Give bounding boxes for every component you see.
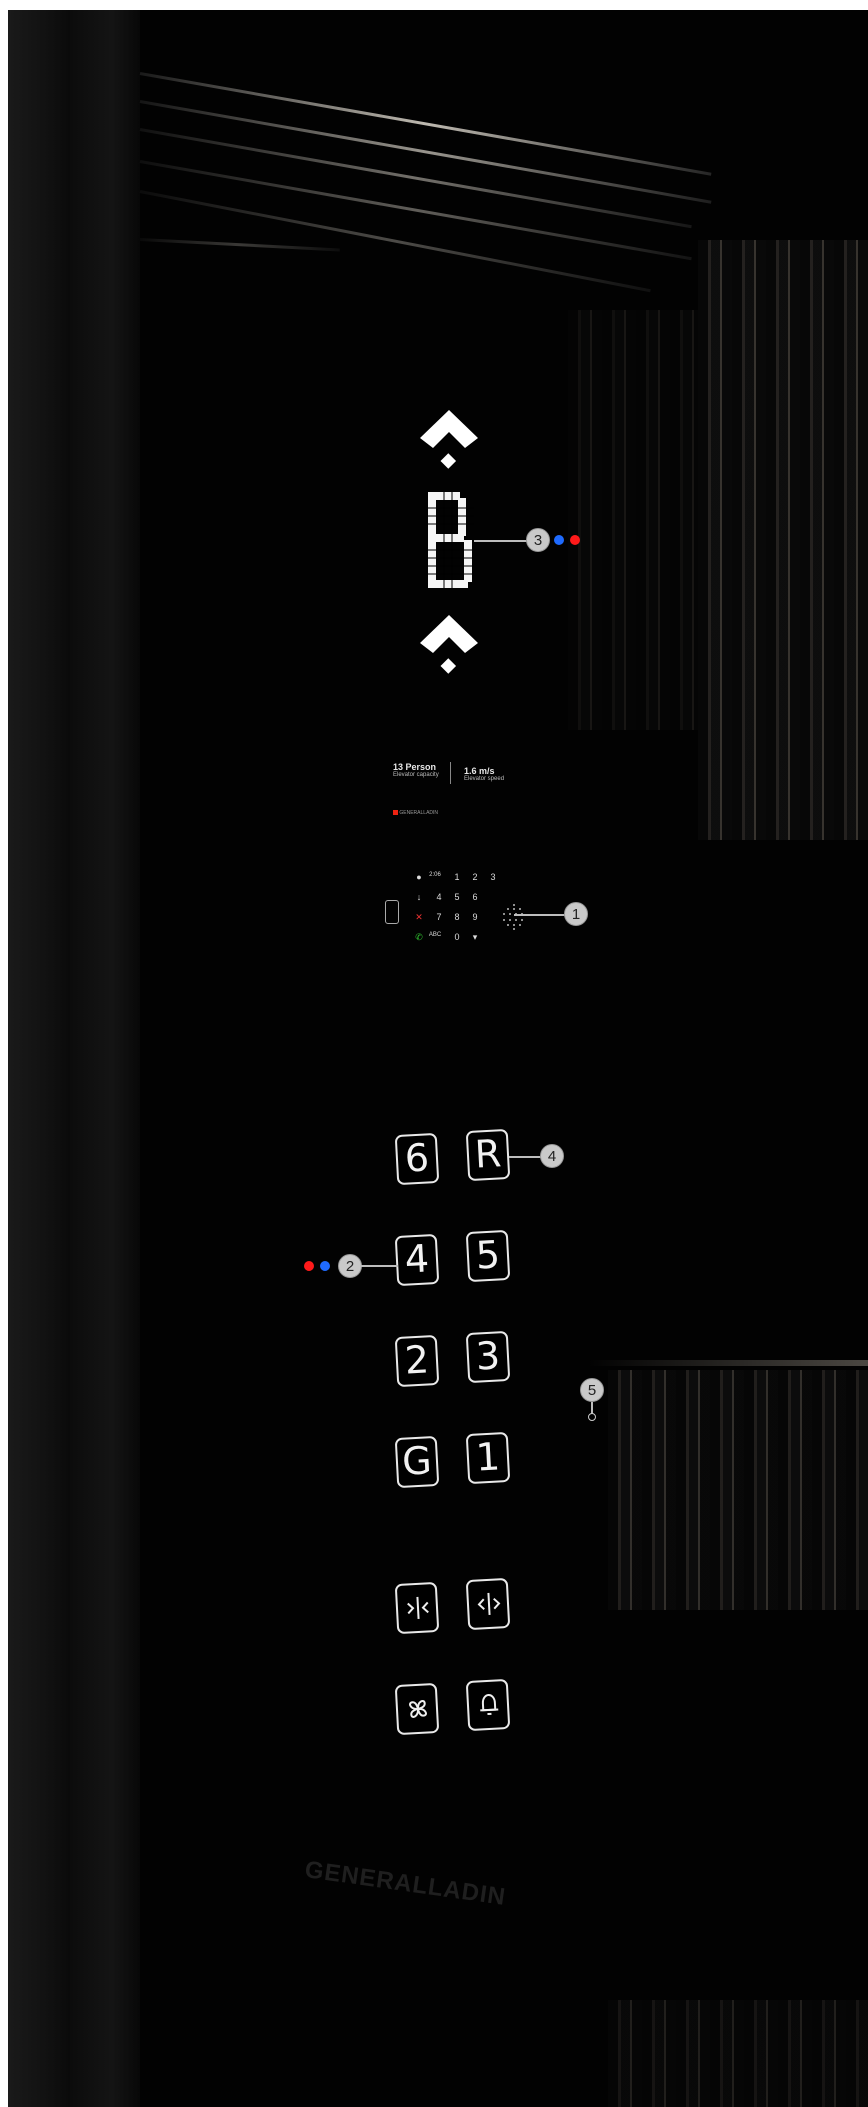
- floor-button-label: G: [401, 1438, 433, 1484]
- speed-value: 1.6 m/s: [464, 766, 495, 776]
- floor-button-label: 3: [474, 1333, 502, 1379]
- arrow-up-icon: [420, 410, 478, 469]
- floor-button-label: 4: [403, 1236, 431, 1282]
- keypad-key[interactable]: 3: [485, 872, 501, 882]
- door-close-icon: [407, 1596, 429, 1619]
- capacity-label: Elevator capacity: [393, 772, 439, 778]
- marker-4: 4: [540, 1144, 564, 1168]
- floor-button-r[interactable]: R: [465, 1128, 511, 1182]
- light-reflection: [588, 1360, 868, 1366]
- red-dot: [304, 1261, 314, 1271]
- blue-dot: [320, 1261, 330, 1271]
- fan-icon: [409, 1700, 427, 1718]
- wall-slats-reflection: [608, 2000, 868, 2107]
- keypad-down-icon: ↓: [416, 892, 422, 902]
- keypad-key[interactable]: 1: [449, 872, 465, 882]
- marker-leader: [474, 540, 530, 542]
- door-open-icon: [477, 1592, 501, 1615]
- keypad-key[interactable]: 4: [431, 892, 447, 902]
- wall-slats: [568, 310, 698, 730]
- marker-3: 3: [526, 528, 550, 552]
- bell-icon: [480, 1693, 499, 1716]
- keypad-cancel-icon[interactable]: ✕: [411, 912, 427, 923]
- floor-button-5[interactable]: 5: [465, 1229, 511, 1283]
- floor-indicator-display: B: [428, 492, 474, 588]
- speed-label: Elevator speed: [464, 776, 505, 782]
- keypad-abc[interactable]: ABC: [427, 932, 443, 938]
- keypad-key[interactable]: 5: [449, 892, 465, 902]
- floor-button-1[interactable]: 1: [465, 1431, 511, 1485]
- floor-button-label: 1: [474, 1434, 502, 1480]
- floor-button-g[interactable]: G: [394, 1435, 440, 1489]
- marker-2: 2: [338, 1254, 362, 1278]
- marker-leader: [514, 914, 568, 916]
- red-dot: [570, 535, 580, 545]
- speed-info: 1.6 m/s Elevator speed: [464, 766, 504, 782]
- door-open-button[interactable]: [465, 1577, 511, 1631]
- info-divider: [450, 762, 451, 784]
- keypad-key[interactable]: 2: [467, 872, 483, 882]
- wall-slats-reflection: [608, 1370, 868, 1610]
- marker-target: [588, 1413, 596, 1421]
- arrow-up-icon-lower: [420, 615, 478, 674]
- speaker-grille-icon: [503, 904, 523, 930]
- floor-button-6[interactable]: 6: [394, 1132, 440, 1186]
- floor-button-2[interactable]: 2: [394, 1334, 440, 1388]
- fan-button[interactable]: [394, 1682, 440, 1736]
- blue-dot: [554, 535, 564, 545]
- cabin-frame-inner: [70, 10, 141, 2107]
- floor-button-label: 6: [403, 1135, 431, 1181]
- capacity-info: 13 Person Elevator capacity: [393, 762, 439, 778]
- floor-button-3[interactable]: 3: [465, 1330, 511, 1384]
- keypad-indicator: ●: [416, 872, 422, 882]
- door-close-button[interactable]: [394, 1581, 440, 1635]
- card-reader-icon: [385, 900, 399, 924]
- cabin-frame-left: [8, 10, 70, 2107]
- floor-button-label: 2: [403, 1337, 431, 1383]
- floor-button-4[interactable]: 4: [394, 1233, 440, 1287]
- marker-1: 1: [564, 902, 588, 926]
- marker-5: 5: [580, 1378, 604, 1402]
- floor-button-label: R: [473, 1131, 503, 1177]
- keypad-key[interactable]: 7: [431, 912, 447, 922]
- keypad: ● ↓ ✕ ✆ 2:06 1 2 3 4 5 6 7 8 9 ABC 0 ▾: [385, 872, 523, 952]
- keypad-key[interactable]: 8: [449, 912, 465, 922]
- alarm-button[interactable]: [465, 1678, 511, 1732]
- wall-slats: [698, 240, 868, 840]
- marker-leader: [360, 1265, 398, 1267]
- brand-mark-icon: [393, 810, 398, 816]
- keypad-clock: 2:06: [429, 872, 441, 878]
- render-stage: B 13 Person Elevator capacity 1.6 m/s El…: [8, 10, 868, 2107]
- keypad-key[interactable]: 9: [467, 912, 483, 922]
- keypad-call-icon[interactable]: ✆: [411, 932, 427, 943]
- floor-button-label: 5: [474, 1232, 502, 1278]
- keypad-key[interactable]: 0: [449, 932, 465, 942]
- capacity-value: 13 Person: [393, 762, 437, 772]
- keypad-bell-icon[interactable]: ▾: [467, 932, 483, 943]
- brand-small-text: GENERALLADIN: [399, 810, 439, 816]
- marker-leader: [509, 1156, 543, 1158]
- keypad-key[interactable]: 6: [467, 892, 483, 902]
- brand-label-small: GENERALLADIN: [393, 810, 438, 816]
